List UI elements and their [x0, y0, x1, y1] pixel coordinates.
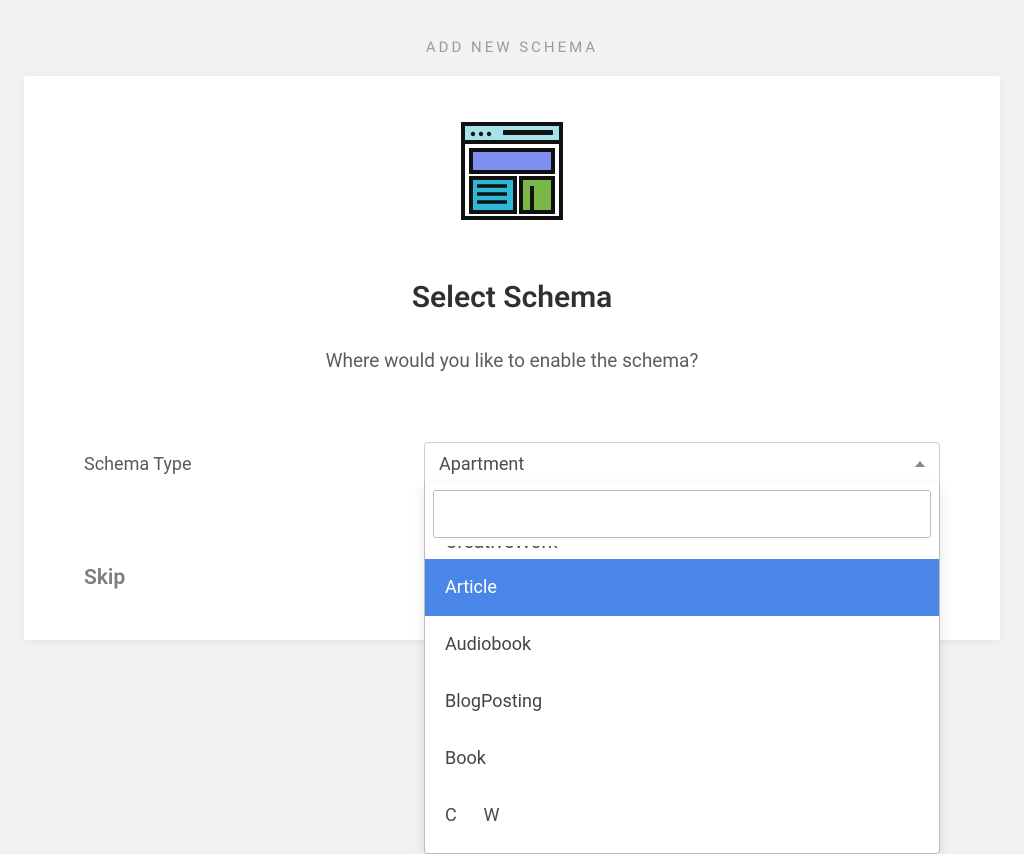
- option-creativework[interactable]: CreativeWork: [425, 546, 939, 559]
- schema-icon-wrap: [84, 116, 940, 230]
- card-title: Select Schema: [84, 280, 940, 315]
- option-audiobook[interactable]: Audiobook: [425, 616, 939, 673]
- webpage-layout-icon: [457, 116, 567, 226]
- card-subtitle: Where would you like to enable the schem…: [84, 349, 940, 372]
- caret-up-icon: [915, 461, 925, 467]
- option-article[interactable]: Article: [425, 559, 939, 616]
- select-value: Apartment: [439, 454, 524, 475]
- dropdown-search-input[interactable]: [433, 490, 931, 538]
- schema-type-select[interactable]: Apartment CreativeWork Article Audiobook…: [424, 442, 940, 486]
- select-display[interactable]: Apartment: [424, 442, 940, 486]
- options-list[interactable]: CreativeWork Article Audiobook BlogPosti…: [425, 546, 939, 853]
- select-dropdown: CreativeWork Article Audiobook BlogPosti…: [424, 482, 940, 854]
- option-blogposting[interactable]: BlogPosting: [425, 673, 939, 730]
- schema-card: Select Schema Where would you like to en…: [24, 76, 1000, 640]
- schema-type-label: Schema Type: [84, 454, 424, 475]
- modal-header: ADD NEW SCHEMA: [0, 0, 1024, 76]
- skip-button[interactable]: Skip: [84, 566, 125, 590]
- schema-type-row: Schema Type Apartment CreativeWork Artic…: [84, 442, 940, 486]
- option-book[interactable]: Book: [425, 730, 939, 787]
- option-cutoff[interactable]: C W: [425, 787, 939, 826]
